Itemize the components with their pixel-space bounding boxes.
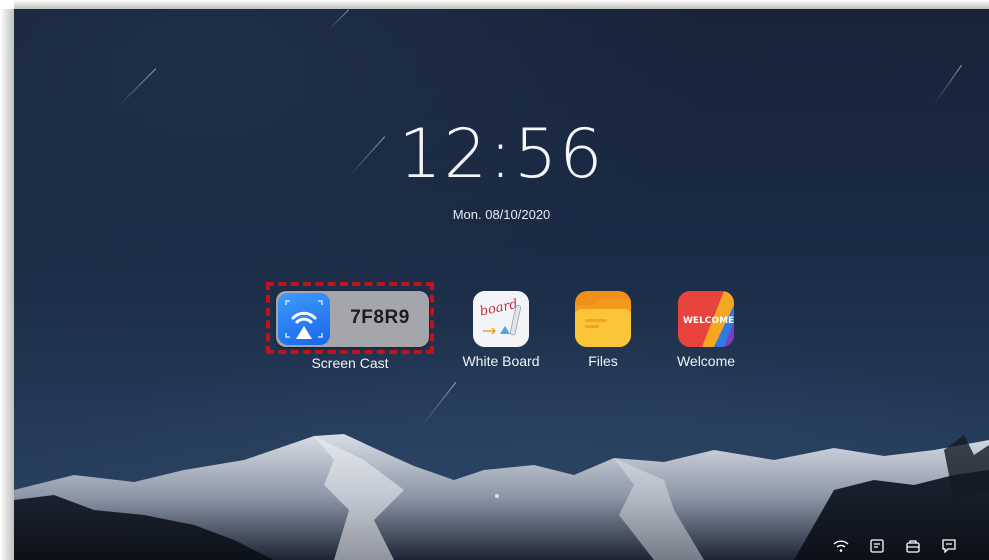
app-whiteboard[interactable]: board White Board	[459, 291, 543, 369]
screen-cast-icon[interactable]	[278, 293, 330, 345]
desktop-screen: 12:56 Mon. 08/10/2020 7F8R9 Screen Cast …	[14, 9, 989, 560]
app-files[interactable]: Files	[567, 291, 639, 369]
files-label: Files	[588, 353, 618, 369]
folder-icon[interactable]	[575, 291, 631, 347]
system-tray	[829, 536, 989, 556]
window-shadow-top	[14, 0, 989, 9]
window-shadow-left	[0, 9, 14, 560]
whiteboard-icon[interactable]: board	[473, 291, 529, 347]
meteor-streak	[933, 64, 962, 105]
screen-cast-code: 7F8R9	[350, 307, 410, 328]
welcome-label: Welcome	[676, 353, 736, 369]
meteor-streak	[418, 381, 457, 430]
clock-date: Mon. 08/10/2020	[452, 207, 551, 222]
annotate-icon[interactable]	[939, 536, 959, 556]
welcome-icon-text: WELCOME	[683, 316, 734, 326]
clock-time: 12:56	[398, 115, 605, 194]
toolbox-icon[interactable]	[903, 536, 923, 556]
meteor-streak	[328, 9, 350, 30]
screen-cast-label: Screen Cast	[311, 355, 389, 371]
whiteboard-label: White Board	[462, 353, 540, 369]
page-indicator-dot[interactable]	[495, 494, 499, 498]
wifi-icon[interactable]	[831, 536, 851, 556]
welcome-icon[interactable]: WELCOME	[678, 291, 734, 347]
app-welcome[interactable]: WELCOME Welcome	[668, 291, 744, 369]
screenshot-icon[interactable]	[867, 536, 887, 556]
meteor-streak	[116, 68, 157, 108]
